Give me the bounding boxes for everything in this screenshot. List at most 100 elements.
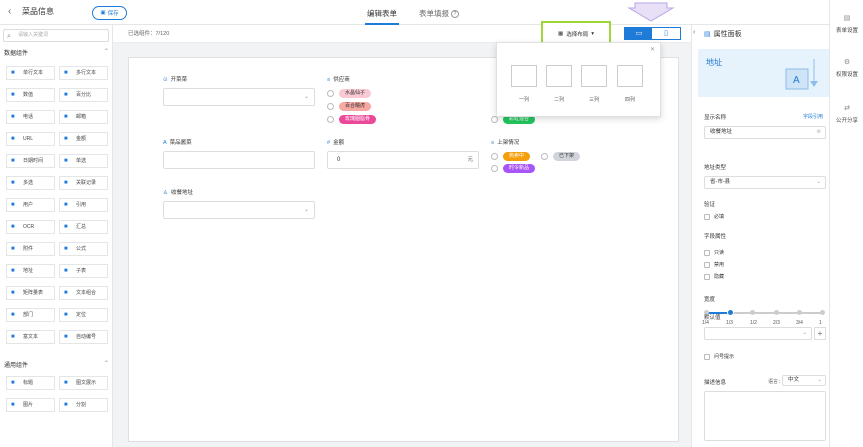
- required-checkbox[interactable]: 必填: [704, 213, 724, 220]
- link-icon: ■: [11, 136, 15, 142]
- group-common-components[interactable]: 通用组件 ⌃: [4, 360, 109, 369]
- component-radio[interactable]: ■ 单选: [59, 154, 108, 168]
- width-label: 宽度: [704, 297, 716, 303]
- add-icon[interactable]: +: [814, 327, 826, 340]
- field-reference-link[interactable]: 字段引用: [803, 113, 823, 120]
- width-slider[interactable]: [704, 309, 825, 316]
- supplier-option-1[interactable]: 水晶仙子: [327, 88, 372, 98]
- component-position[interactable]: ■ 定位: [59, 308, 108, 322]
- component-user[interactable]: ■ 用户: [6, 198, 55, 212]
- desktop-view-button[interactable]: ▭: [624, 27, 654, 40]
- component-richtext[interactable]: ■ 富文本: [6, 330, 55, 344]
- hidden-checkbox[interactable]: 隐藏: [704, 273, 724, 280]
- tab-edit-form[interactable]: 编辑表单: [365, 8, 399, 25]
- component-attachment[interactable]: ■ 附件: [6, 242, 55, 256]
- width-slider-thumb[interactable]: [727, 309, 734, 316]
- chevron-down-icon: ▾: [591, 31, 594, 37]
- component-label: 日期时间: [23, 158, 44, 164]
- component-matrix[interactable]: ■ 矩阵量表: [6, 286, 55, 300]
- component-label: 电话: [23, 114, 34, 120]
- component-money[interactable]: ■ 金额: [59, 132, 108, 146]
- svg-text:A: A: [793, 75, 800, 86]
- disabled-checkbox[interactable]: 禁用: [704, 261, 724, 268]
- public-share-button[interactable]: ⇄ 公开分享: [830, 104, 863, 124]
- hint-checkbox[interactable]: 问号提示: [704, 353, 734, 360]
- layout-label: 二列: [553, 97, 564, 103]
- help-icon[interactable]: ?: [451, 10, 459, 19]
- component-calendar[interactable]: ■ 日期时间: [6, 154, 55, 168]
- component-image-text[interactable]: ■ 图文展示: [59, 376, 108, 390]
- amount-input[interactable]: 0元: [327, 151, 479, 169]
- component-number[interactable]: ■ 数值: [6, 88, 55, 102]
- chevron-up-icon[interactable]: ⌃: [104, 48, 109, 55]
- component-heading[interactable]: ■ 标题: [6, 376, 55, 390]
- hash-icon: #: [327, 140, 331, 146]
- permission-settings-button[interactable]: ⚙ 权限设置: [830, 58, 863, 78]
- address-type-select[interactable]: 省-市-县 ⌄: [704, 176, 826, 189]
- text-combo-icon: ■: [64, 290, 68, 296]
- component-link[interactable]: ■ URL: [6, 132, 55, 146]
- component-label: 百分比: [76, 92, 92, 98]
- component-formula[interactable]: ■ 公式: [59, 242, 108, 256]
- close-icon[interactable]: ✕: [650, 46, 655, 53]
- shelf-option-2[interactable]: 已下架: [541, 151, 581, 161]
- ocr-icon: ■: [11, 224, 15, 230]
- component-label: 分割: [76, 402, 87, 408]
- delivery-address-select[interactable]: ⌄: [163, 201, 315, 219]
- component-label: 部门: [23, 312, 34, 318]
- language-select[interactable]: 中文 ⌄: [782, 375, 826, 386]
- component-text[interactable]: ■ 单行文本: [6, 66, 55, 80]
- layout-two-column[interactable]: [546, 65, 572, 87]
- page-title: 菜品信息: [22, 7, 54, 16]
- component-image[interactable]: ■ 图片: [6, 398, 55, 412]
- mobile-view-button[interactable]: ▯: [651, 27, 681, 40]
- supplier-option-3[interactable]: 玫瑰胭脂骨: [327, 114, 377, 124]
- layout-one-column[interactable]: [511, 65, 537, 87]
- layout-popup: ✕ 一列 二列 三列 四列: [496, 42, 661, 117]
- component-phone[interactable]: ■ 电话: [6, 110, 55, 124]
- component-divider[interactable]: ■ 分割: [59, 398, 108, 412]
- component-ocr[interactable]: ■ OCR: [6, 220, 55, 234]
- component-percent[interactable]: ■ 百分比: [59, 88, 108, 102]
- component-multiline[interactable]: ■ 多行文本: [59, 66, 108, 80]
- component-quote[interactable]: ■ 引用: [59, 198, 108, 212]
- property-panel-title: ▤ 属性面板: [704, 31, 742, 38]
- panel-divider: [691, 25, 692, 447]
- dish-sauce-input[interactable]: [163, 151, 315, 169]
- form-settings-button[interactable]: ▤ 表单设置: [830, 14, 863, 34]
- chevron-left-icon[interactable]: ‹: [8, 6, 11, 17]
- supplier-option-2[interactable]: 百合糯虎: [327, 101, 372, 111]
- component-mail[interactable]: ■ 邮箱: [59, 110, 108, 124]
- default-value-select[interactable]: ⌄: [704, 327, 812, 340]
- search-icon: ⌕: [7, 33, 11, 40]
- quote-icon: ■: [64, 202, 68, 208]
- location-icon: ■: [11, 268, 15, 274]
- component-sum[interactable]: ■ 汇总: [59, 220, 108, 234]
- group-data-components[interactable]: 数据组件 ⌃: [4, 48, 109, 57]
- component-label: 图片: [23, 402, 34, 408]
- component-relation[interactable]: ■ 关联记录: [59, 176, 108, 190]
- tab-fill-form[interactable]: 表单填报?: [419, 8, 459, 19]
- money-icon: ■: [64, 136, 68, 142]
- save-button[interactable]: ▣ 保存: [92, 6, 127, 20]
- component-label: URL: [23, 136, 34, 142]
- component-autonumber[interactable]: ■ 自动编号: [59, 330, 108, 344]
- readonly-checkbox[interactable]: 只读: [704, 249, 724, 256]
- chevron-left-icon[interactable]: ‹: [693, 29, 695, 36]
- search-input[interactable]: ⌕ 请输入关键词: [3, 29, 109, 42]
- component-subtable[interactable]: ■ 子表: [59, 264, 108, 278]
- layout-four-column[interactable]: [617, 65, 643, 87]
- layout-three-column[interactable]: [581, 65, 607, 87]
- shelf-option-1[interactable]: 热卖中: [491, 151, 531, 161]
- description-textarea[interactable]: [704, 391, 826, 441]
- richtext-icon: ■: [11, 334, 15, 340]
- component-text-combo[interactable]: ■ 文本组合: [59, 286, 108, 300]
- chevron-up-icon[interactable]: ⌃: [104, 360, 109, 367]
- shelf-option-3[interactable]: 时令新品: [491, 163, 536, 173]
- field-attr-label: 字段属性: [704, 234, 727, 240]
- kaicaicai-select[interactable]: ⌄: [163, 88, 315, 106]
- component-location[interactable]: ■ 地址: [6, 264, 55, 278]
- display-name-input[interactable]: 收餐地址 ⊗: [704, 126, 826, 139]
- component-checkbox[interactable]: ■ 多选: [6, 176, 55, 190]
- component-department[interactable]: ■ 部门: [6, 308, 55, 322]
